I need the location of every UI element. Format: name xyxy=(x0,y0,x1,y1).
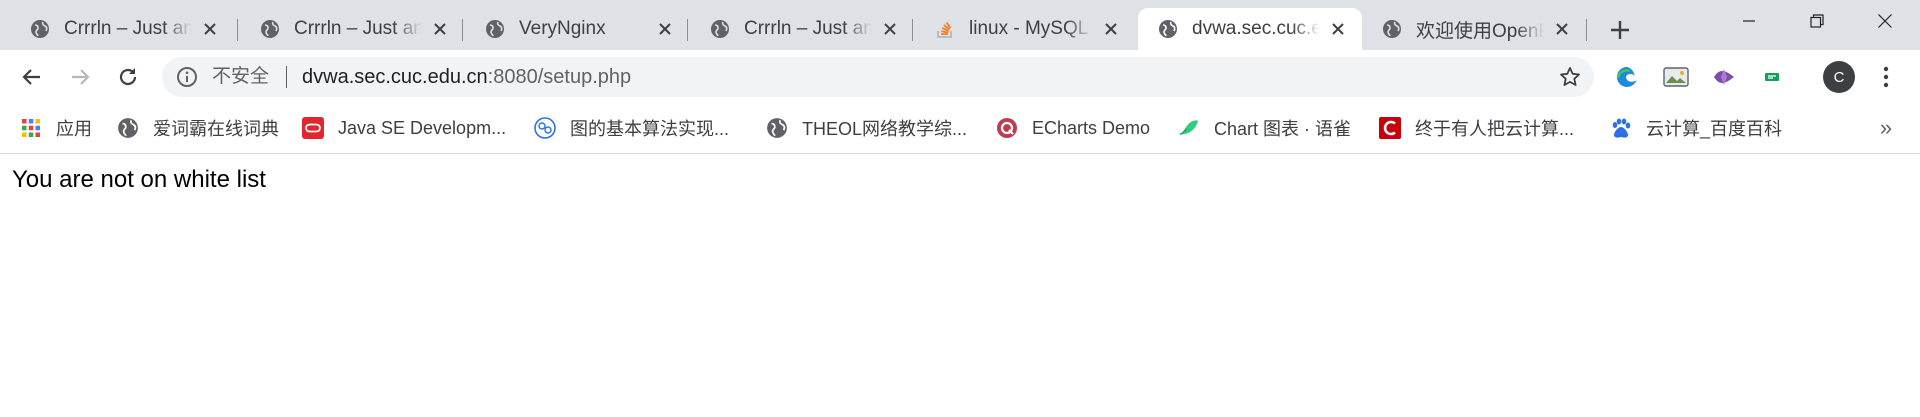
minimize-icon xyxy=(1743,20,1755,22)
address-bar[interactable]: 不安全 dvwa.sec.cuc.edu.cn:8080/setup.php xyxy=(162,57,1594,97)
tab[interactable]: Crrrln – Just an xyxy=(10,8,234,50)
globe-icon xyxy=(30,19,50,39)
tab-title: Crrrln – Just an xyxy=(744,18,872,39)
bookmark-label: Chart 图表 · 语雀 xyxy=(1214,119,1352,139)
bookmark-star-icon[interactable] xyxy=(1558,65,1582,89)
bookmark-item[interactable]: 爱词霸在线词典 xyxy=(117,104,279,152)
close-icon[interactable] xyxy=(1099,17,1123,41)
tab-separator xyxy=(912,19,913,41)
page-content: You are not on white list xyxy=(0,154,1920,417)
arrow-left-icon xyxy=(22,69,40,85)
edge-extension-icon[interactable] xyxy=(1613,63,1641,91)
yuque-icon xyxy=(1178,117,1200,139)
bookmark-label: 图的基本算法实现... xyxy=(570,119,730,139)
green-extension-icon[interactable] xyxy=(1758,63,1786,91)
visual-studio-extension-icon[interactable] xyxy=(1710,63,1738,91)
tab-title: linux - MySQL i xyxy=(969,18,1093,39)
bookmark-label: 云计算_百度百科 xyxy=(1646,119,1783,139)
tab[interactable]: Crrrln – Just an xyxy=(240,8,464,50)
profile-avatar[interactable]: C xyxy=(1823,61,1855,93)
bookmark-item[interactable]: THEOL网络教学综... xyxy=(766,104,967,152)
tab[interactable]: linux - MySQL i xyxy=(915,8,1135,50)
globe-icon xyxy=(1158,19,1178,39)
blog-icon xyxy=(534,117,556,139)
close-icon[interactable] xyxy=(198,17,222,41)
reload-icon xyxy=(119,68,137,86)
globe-icon xyxy=(485,19,505,39)
url-path: :8080/setup.php xyxy=(487,66,632,88)
tab-separator xyxy=(687,19,688,41)
bookmarks-overflow-button[interactable]: » xyxy=(1872,115,1900,140)
globe-icon xyxy=(117,117,139,139)
image-extension-icon[interactable] xyxy=(1662,63,1690,91)
tab-title: VeryNginx xyxy=(519,18,606,39)
tab[interactable]: Crrrln – Just an xyxy=(690,8,914,50)
tab-active[interactable]: dvwa.sec.cuc.e xyxy=(1138,8,1362,50)
bookmark-label: THEOL网络教学综... xyxy=(802,119,968,139)
arrow-right-icon xyxy=(72,69,90,85)
tab[interactable]: 欢迎使用OpenF xyxy=(1362,8,1586,50)
toolbar: 不安全 dvwa.sec.cuc.edu.cn:8080/setup.php C xyxy=(0,50,1920,104)
info-icon[interactable] xyxy=(176,66,198,88)
tab-title: dvwa.sec.cuc.e xyxy=(1192,18,1320,39)
bookmark-item[interactable]: 终于有人把云计算... xyxy=(1379,104,1574,152)
bookmark-label: Java SE Developm... xyxy=(338,117,507,138)
reload-button[interactable] xyxy=(108,57,148,97)
close-icon[interactable] xyxy=(653,17,677,41)
divider xyxy=(286,66,287,88)
url-text[interactable]: dvwa.sec.cuc.edu.cn:8080/setup.php xyxy=(302,65,631,89)
restore-icon xyxy=(1810,14,1824,28)
bookmark-label: 应用 xyxy=(56,119,92,139)
more-menu-icon[interactable] xyxy=(1872,63,1900,91)
globe-icon xyxy=(710,19,730,39)
close-icon[interactable] xyxy=(428,17,452,41)
bookmark-apps[interactable]: 应用 xyxy=(20,104,92,152)
security-label[interactable]: 不安全 xyxy=(212,66,269,88)
bookmark-label: 终于有人把云计算... xyxy=(1415,119,1575,139)
globe-icon xyxy=(1382,19,1402,39)
forward-button[interactable] xyxy=(60,57,100,97)
close-icon xyxy=(1878,14,1892,28)
tab-separator xyxy=(1586,19,1587,41)
bookmarks-bar: 应用 爱词霸在线词典 Java SE Developm... 图的基本算法实现.… xyxy=(0,104,1920,154)
plus-icon xyxy=(1611,21,1629,39)
bookmark-item[interactable]: 图的基本算法实现... xyxy=(534,104,729,152)
tab-title: Crrrln – Just an xyxy=(294,18,422,39)
stackoverflow-icon xyxy=(935,19,955,39)
tab-separator xyxy=(237,19,238,41)
close-icon[interactable] xyxy=(878,17,902,41)
minimize-button[interactable] xyxy=(1718,0,1780,42)
bookmark-item[interactable]: Java SE Developm... xyxy=(302,104,506,152)
new-tab-button[interactable] xyxy=(1602,12,1638,48)
restore-button[interactable] xyxy=(1786,0,1848,42)
bookmark-label: 爱词霸在线词典 xyxy=(153,119,279,139)
bookmark-label: ECharts Demo xyxy=(1032,117,1151,138)
echarts-icon xyxy=(996,117,1018,139)
close-icon[interactable] xyxy=(1326,17,1350,41)
oracle-icon xyxy=(302,117,324,139)
bookmark-item[interactable]: ECharts Demo xyxy=(996,104,1150,152)
tab-separator xyxy=(462,19,463,41)
window-close-button[interactable] xyxy=(1854,0,1916,42)
tab[interactable]: VeryNginx xyxy=(465,8,689,50)
globe-icon xyxy=(260,19,280,39)
bookmark-item[interactable]: 云计算_百度百科 xyxy=(1610,104,1782,152)
tab-title: Crrrln – Just an xyxy=(64,18,192,39)
back-button[interactable] xyxy=(12,57,52,97)
csdn-icon xyxy=(1379,117,1401,139)
close-icon[interactable] xyxy=(1550,17,1574,41)
globe-icon xyxy=(766,117,788,139)
baidu-icon xyxy=(1610,117,1632,139)
apps-grid-icon xyxy=(20,117,42,139)
url-host: dvwa.sec.cuc.edu.cn xyxy=(302,66,488,88)
tab-strip: Crrrln – Just an Crrrln – Just an VeryNg… xyxy=(0,0,1920,50)
page-message: You are not on white list xyxy=(12,166,266,193)
tab-title: 欢迎使用OpenF xyxy=(1416,20,1544,42)
bookmark-item[interactable]: Chart 图表 · 语雀 xyxy=(1178,104,1351,152)
